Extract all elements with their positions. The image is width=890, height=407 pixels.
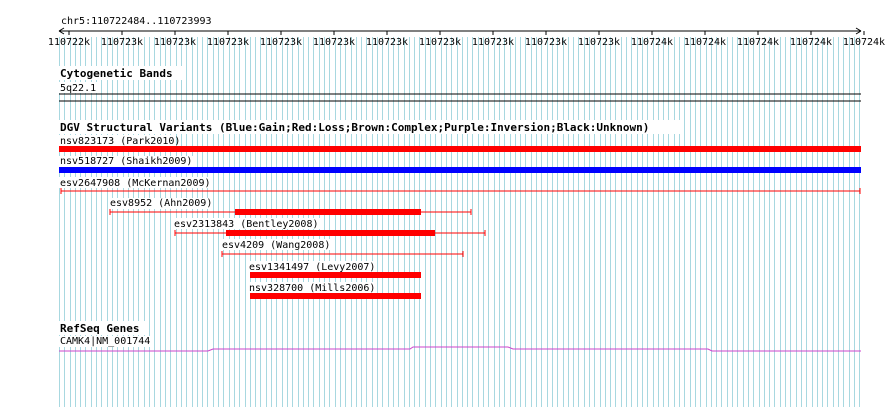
feature-label: nsv328700 (Mills2006) — [249, 283, 375, 294]
ruler-tick-label: 110723k — [578, 37, 620, 48]
feature-label: esv2313843 (Bentley2008) — [174, 219, 319, 230]
feature-label: nsv823173 (Park2010) — [60, 136, 180, 147]
ruler-tick-label: 110723k — [260, 37, 302, 48]
feature-label: esv8952 (Ahn2009) — [110, 198, 212, 209]
ruler-tick-label: 110723k — [101, 37, 143, 48]
cytoband-label: 5q22.1 — [60, 83, 96, 94]
dgv-track[interactable]: DGV Structural Variants (Blue:Gain;Red:L… — [58, 120, 861, 299]
gene-label: CAMK4|NM_001744 — [60, 336, 150, 347]
cytoband-track-title: Cytogenetic Bands — [60, 67, 173, 80]
ruler-tick-label: 110723k — [313, 37, 355, 48]
ruler-tick-label: 110724k — [684, 37, 726, 48]
refseq-track-title: RefSeq Genes — [60, 322, 139, 335]
feature-label: esv1341497 (Levy2007) — [249, 262, 375, 273]
cytoband-track[interactable]: Cytogenetic Bands 5q22.1 — [58, 66, 861, 102]
gene-model[interactable] — [59, 346, 861, 352]
ruler-tick-label: 110723k — [207, 37, 249, 48]
ruler-tick-labels: 110722k 110723k 110723k 110723k 110723k 11072… — [48, 31, 885, 48]
feature-bar-loss[interactable] — [221, 251, 464, 257]
dgv-track-title: DGV Structural Variants (Blue:Gain;Red:L… — [60, 121, 649, 134]
feature-label: nsv518727 (Shaikh2009) — [60, 156, 192, 167]
feature-label: esv4209 (Wang2008) — [222, 240, 330, 251]
ruler-tick-label: 110724k — [737, 37, 779, 48]
ruler-tick-label: 110723k — [419, 37, 461, 48]
feature-bar-loss[interactable] — [59, 146, 861, 152]
ruler-tick-label: 110723k — [472, 37, 514, 48]
ruler-tick-label: 110723k — [366, 37, 408, 48]
feature-bar-loss[interactable] — [109, 209, 472, 215]
feature-bar-gain[interactable] — [59, 167, 861, 173]
ruler-tick-label: 110724k — [843, 37, 885, 48]
genome-browser-panel: chr5:110722484..110723993 110722k 110723k… — [48, 16, 885, 407]
ruler-tick-label: 110724k — [790, 37, 832, 48]
feature-bar-loss[interactable] — [250, 293, 421, 299]
ruler[interactable]: chr5:110722484..110723993 110722k 110723k… — [48, 16, 885, 48]
feature-bar-loss[interactable] — [250, 272, 421, 278]
ruler-tick-label: 110723k — [154, 37, 196, 48]
ruler-tick-label: 110722k — [48, 37, 90, 48]
location-label: chr5:110722484..110723993 — [61, 16, 212, 27]
ruler-tick-label: 110723k — [525, 37, 567, 48]
feature-label: esv2647908 (McKernan2009) — [60, 178, 211, 189]
refseq-track[interactable]: RefSeq Genes CAMK4|NM_001744 — [58, 321, 861, 352]
ruler-tick-label: 110724k — [631, 37, 673, 48]
feature-bar-loss[interactable] — [174, 230, 486, 236]
